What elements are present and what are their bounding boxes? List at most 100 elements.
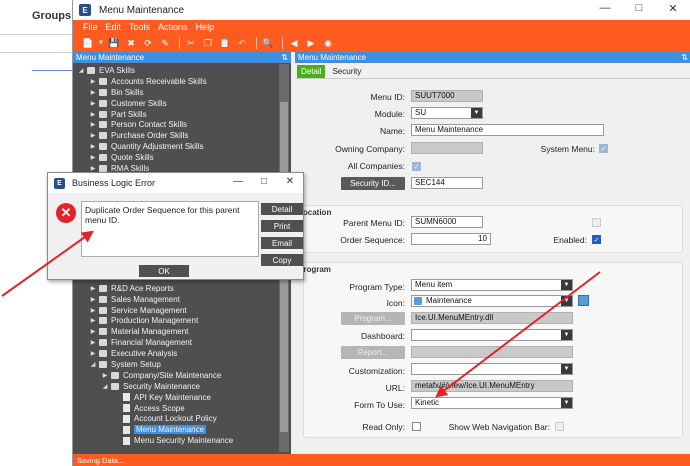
chevron-down-icon[interactable]: ◢ xyxy=(77,67,85,74)
tree-item[interactable]: ▶ Person Contact Skills xyxy=(73,119,291,130)
tab-security[interactable]: Security xyxy=(328,65,365,78)
tree-item[interactable]: ▶ Executive Analysis xyxy=(73,348,291,359)
tree-item[interactable]: ◢ Security Maintenance xyxy=(73,381,291,392)
tree-item[interactable]: ▶ Service Management xyxy=(73,305,291,316)
chevron-right-icon[interactable]: ▶ xyxy=(89,89,97,96)
tree-item[interactable]: ▶ Sales Management xyxy=(73,294,291,305)
tree-item[interactable]: ▶ R&D Ace Reports xyxy=(73,283,291,294)
chevron-down-icon[interactable]: ◢ xyxy=(89,361,97,368)
report-button[interactable]: Report... xyxy=(341,346,405,359)
chevron-down-icon[interactable]: ▼ xyxy=(561,330,572,340)
clear-icon[interactable]: ✎ xyxy=(158,37,172,50)
chevron-right-icon[interactable]: ▶ xyxy=(101,372,109,379)
owning-company-field[interactable] xyxy=(411,142,483,154)
tree-item[interactable]: Menu Security Maintenance xyxy=(73,435,291,446)
tree-item[interactable]: ▶ Company/Site Maintenance xyxy=(73,370,291,381)
tree-item[interactable]: API Key Maintenance xyxy=(73,392,291,403)
refresh-icon[interactable]: ⟳ xyxy=(141,37,155,50)
tree-item[interactable]: ▶ Accounts Receivable Skills xyxy=(73,76,291,87)
chevron-right-icon[interactable]: ▶ xyxy=(89,350,97,357)
back-icon[interactable]: ◀ xyxy=(287,37,301,50)
dropdown-arrow-icon[interactable]: ▼ xyxy=(98,37,104,50)
close-icon[interactable]: ✕ xyxy=(277,176,303,187)
chevron-right-icon[interactable]: ▶ xyxy=(89,307,97,314)
chevron-right-icon[interactable]: ▶ xyxy=(89,296,97,303)
location-checkbox[interactable] xyxy=(592,218,601,227)
pin-icon[interactable]: ⇅ xyxy=(281,53,288,62)
chevron-right-icon[interactable]: ▶ xyxy=(89,317,97,324)
security-id-button[interactable]: Security ID... xyxy=(341,177,405,190)
save-icon[interactable]: 💾 xyxy=(107,37,121,50)
search-icon[interactable]: 🔍 xyxy=(261,37,275,50)
menu-tools[interactable]: Tools xyxy=(129,22,150,32)
maximize-icon[interactable]: □ xyxy=(622,2,656,15)
tree-item[interactable]: ▶ Bin Skills xyxy=(73,87,291,98)
tab-detail[interactable]: Detail xyxy=(297,65,326,78)
minimize-icon[interactable]: — xyxy=(225,176,251,187)
chevron-down-icon[interactable]: ▼ xyxy=(561,398,572,408)
undo-icon[interactable]: ↶ xyxy=(235,37,249,50)
name-field[interactable]: Menu Maintenance xyxy=(411,124,604,136)
enabled-checkbox[interactable]: ✓ xyxy=(592,235,601,244)
web-nav-checkbox[interactable] xyxy=(555,422,564,431)
email-button[interactable]: Email xyxy=(261,237,303,249)
icon-select[interactable]: Maintenance ▼ xyxy=(411,295,573,307)
tree-item[interactable]: ▶ Quote Skills xyxy=(73,152,291,163)
print-button[interactable]: Print xyxy=(261,220,303,232)
dashboard-select[interactable]: ▼ xyxy=(411,329,573,341)
copy-icon[interactable]: ❐ xyxy=(201,37,215,50)
chevron-right-icon[interactable]: ▶ xyxy=(89,78,97,85)
chevron-right-icon[interactable]: ▶ xyxy=(89,328,97,335)
program-button[interactable]: Program... xyxy=(341,312,405,325)
new-icon[interactable]: 📄 xyxy=(81,37,95,50)
chevron-right-icon[interactable]: ▶ xyxy=(89,165,97,172)
tree-item[interactable]: ▶ Financial Management xyxy=(73,337,291,348)
chevron-down-icon[interactable]: ▼ xyxy=(561,364,572,374)
pin-icon[interactable]: ⇅ xyxy=(681,53,688,62)
tree-item[interactable]: ◢ EVA Skills xyxy=(73,65,291,76)
url-field[interactable]: metafx/#/view/Ice.UI.MenuMEntry xyxy=(411,380,573,392)
menu-actions[interactable]: Actions xyxy=(158,22,188,32)
chevron-right-icon[interactable]: ▶ xyxy=(89,143,97,150)
ok-button[interactable]: OK xyxy=(139,265,189,277)
tree-item[interactable]: ▶ Quantity Adjustment Skills xyxy=(73,141,291,152)
tree-item[interactable]: ▶ Part Skills xyxy=(73,109,291,120)
tree-item[interactable]: Access Scope xyxy=(73,403,291,414)
chevron-right-icon[interactable]: ▶ xyxy=(89,100,97,107)
tree-item[interactable]: ▶ Production Management xyxy=(73,315,291,326)
minimize-icon[interactable]: — xyxy=(588,2,622,15)
parent-menu-id-field[interactable]: SUMN6000 xyxy=(411,216,483,228)
chevron-right-icon[interactable]: ▶ xyxy=(89,285,97,292)
chevron-right-icon[interactable]: ▶ xyxy=(89,154,97,161)
security-id-field[interactable]: SEC144 xyxy=(411,177,483,189)
chevron-down-icon[interactable]: ◢ xyxy=(101,383,109,390)
cut-icon[interactable]: ✂ xyxy=(184,37,198,50)
chevron-right-icon[interactable]: ▶ xyxy=(89,121,97,128)
paste-icon[interactable]: 📋 xyxy=(218,37,232,50)
tree-item[interactable]: Account Lockout Policy xyxy=(73,414,291,425)
stop-icon[interactable]: ◉ xyxy=(321,37,335,50)
customization-select[interactable]: ▼ xyxy=(411,363,573,375)
detail-button[interactable]: Detail xyxy=(261,203,303,215)
chevron-right-icon[interactable]: ▶ xyxy=(89,111,97,118)
maximize-icon[interactable]: □ xyxy=(251,176,277,187)
all-companies-checkbox[interactable]: ✓ xyxy=(412,162,421,171)
copy-button[interactable]: Copy xyxy=(261,254,303,266)
chevron-down-icon[interactable]: ▼ xyxy=(471,108,482,118)
form-to-use-select[interactable]: Kinetic ▼ xyxy=(411,397,573,409)
read-only-checkbox[interactable] xyxy=(412,422,421,431)
order-sequence-field[interactable]: 10 xyxy=(411,233,491,245)
forward-icon[interactable]: ▶ xyxy=(304,37,318,50)
program-field[interactable]: Ice.UI.MenuMEntry.dll xyxy=(411,312,573,324)
module-select[interactable]: SU ▼ xyxy=(411,107,483,119)
tree-item[interactable]: ▶ Customer Skills xyxy=(73,98,291,109)
chevron-right-icon[interactable]: ▶ xyxy=(89,132,97,139)
menu-help[interactable]: Help xyxy=(196,22,215,32)
menu-edit[interactable]: Edit xyxy=(106,22,122,32)
tree-item[interactable]: Menu Maintenance xyxy=(73,424,291,435)
menu-file[interactable]: File xyxy=(83,22,98,32)
tree-item[interactable]: ◢ System Setup xyxy=(73,359,291,370)
tree-item[interactable]: ▶ Material Management xyxy=(73,326,291,337)
chevron-right-icon[interactable]: ▶ xyxy=(89,339,97,346)
menu-id-field[interactable]: SUUT7000 xyxy=(411,90,483,102)
